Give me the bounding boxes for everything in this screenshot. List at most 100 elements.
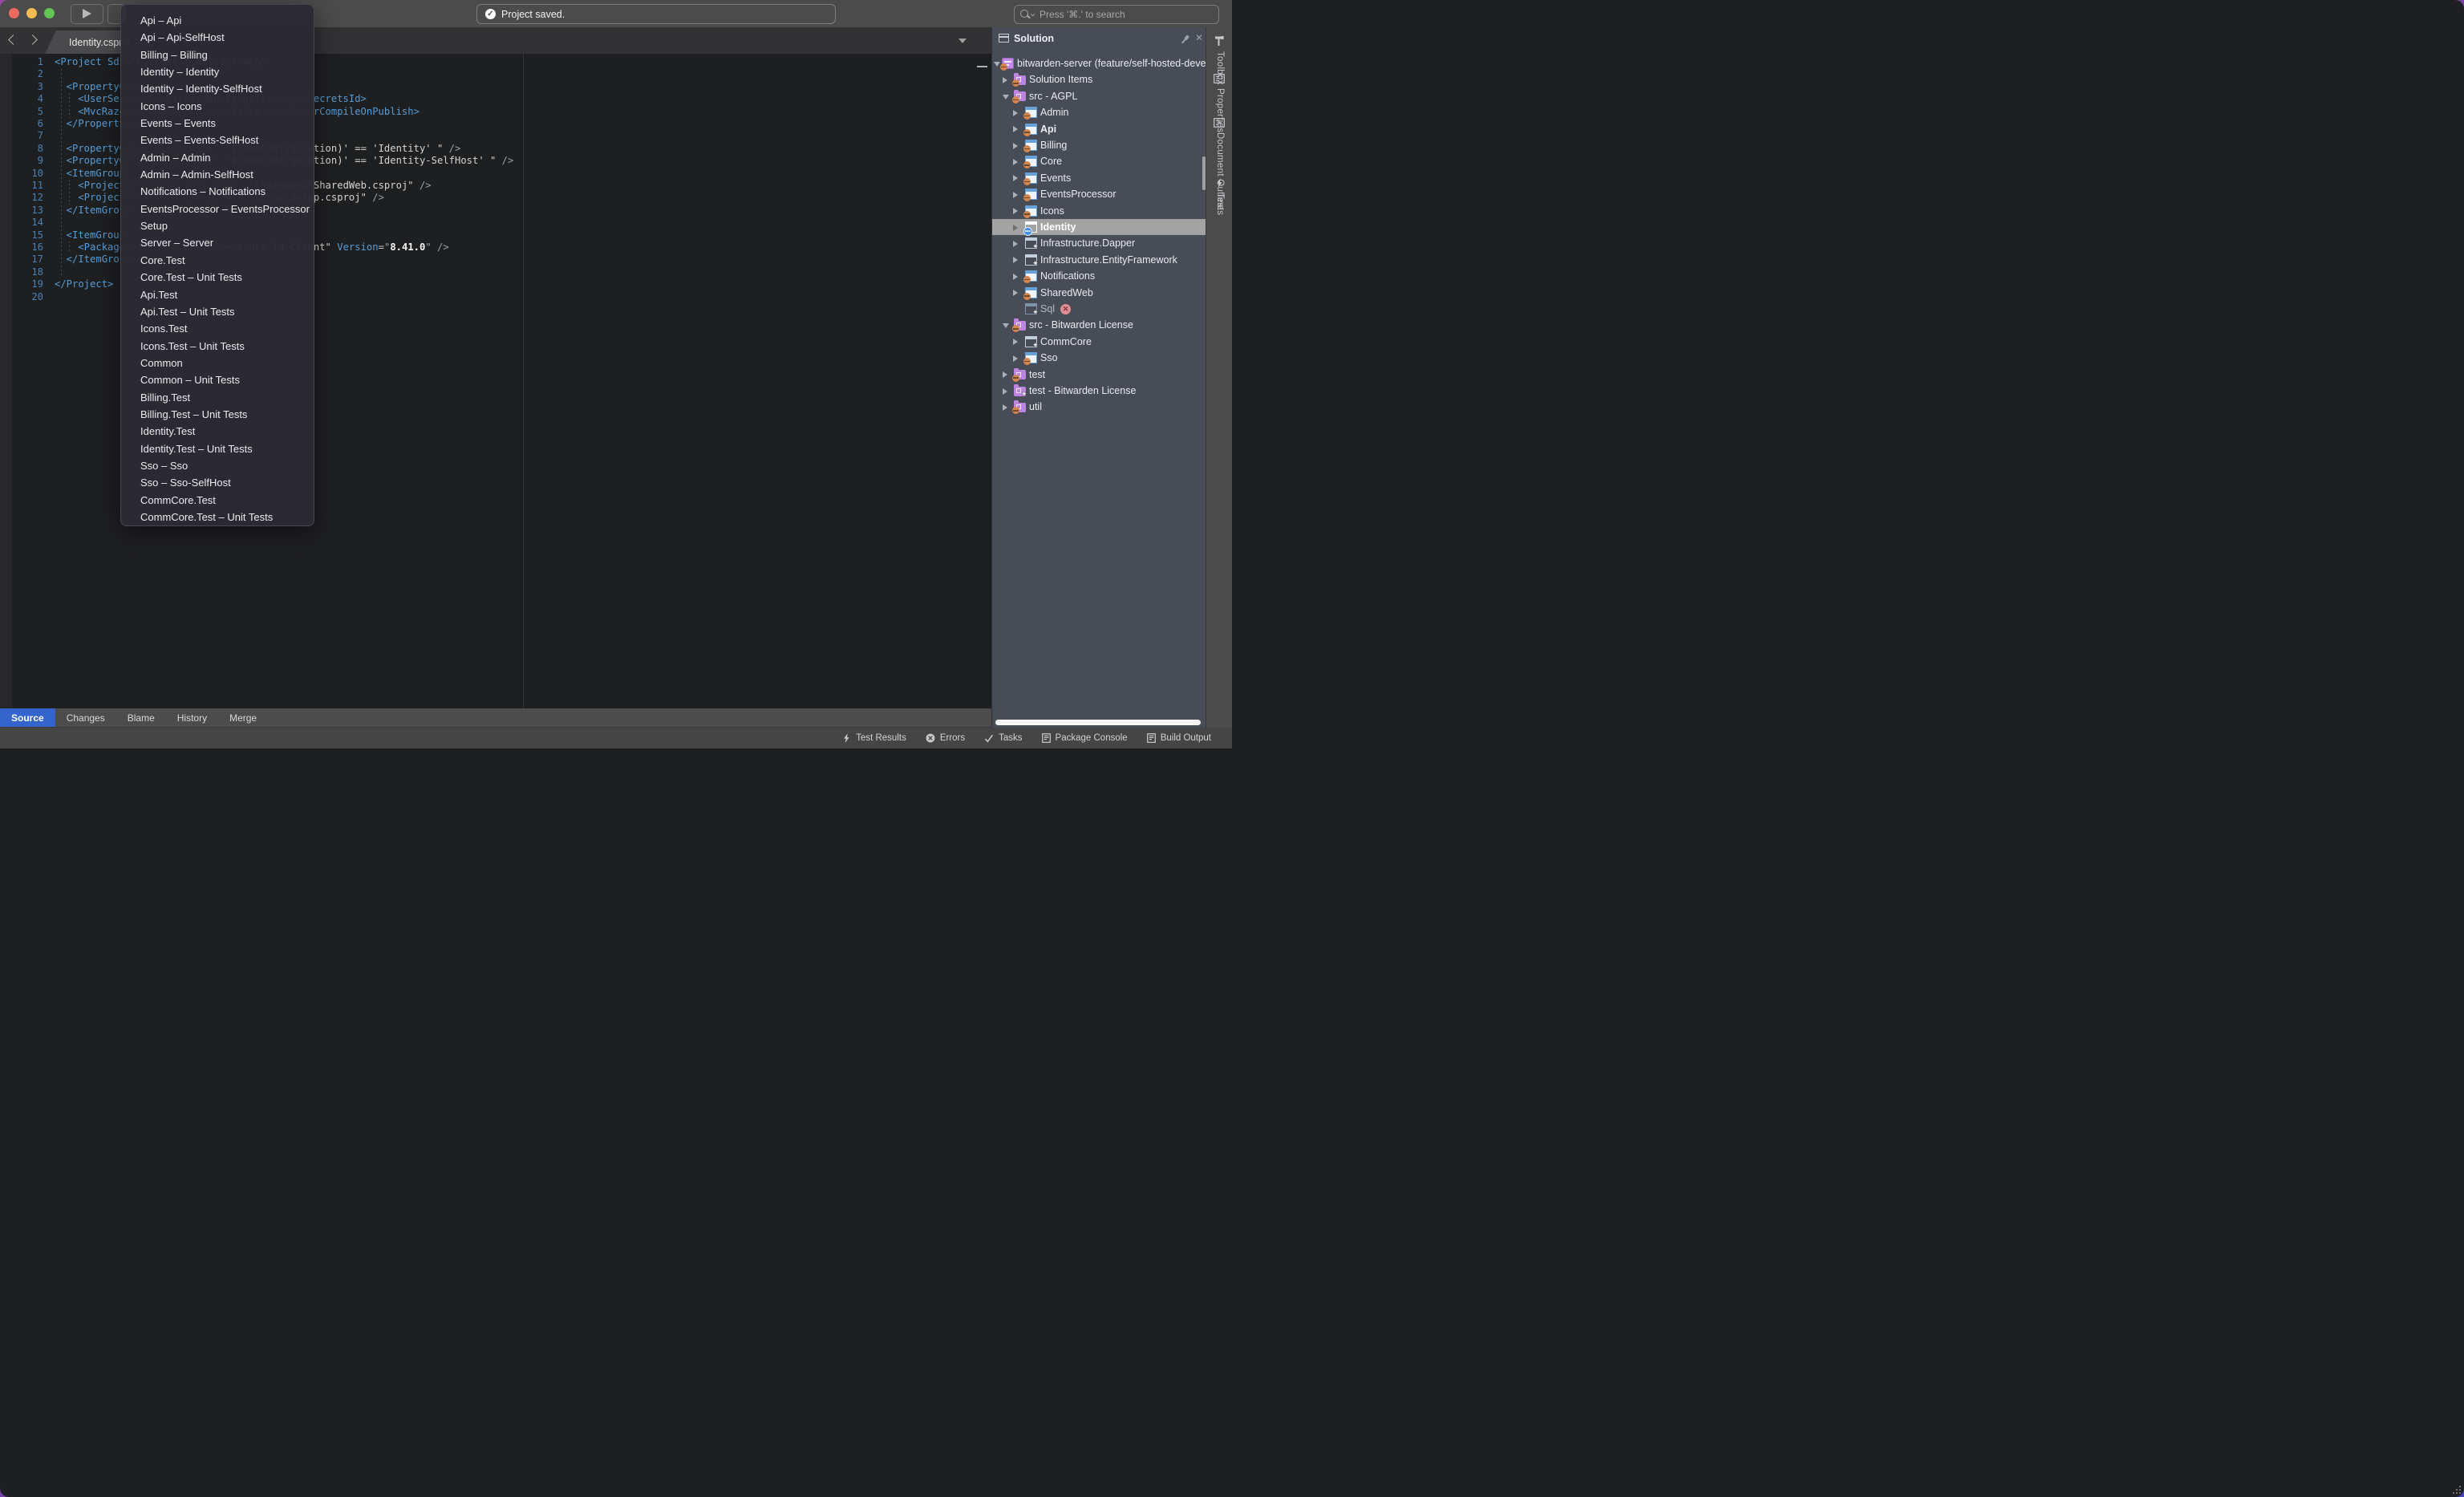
run-config-item-events-events-selfhost[interactable]: Events – Events-SelfHost bbox=[121, 132, 314, 148]
run-config-item-icons-test[interactable]: Icons.Test bbox=[121, 320, 314, 337]
chevron-right-icon[interactable] bbox=[1013, 159, 1018, 165]
tree-item-core[interactable]: Core bbox=[992, 153, 1206, 169]
build-output-pad[interactable]: Build Output bbox=[1147, 733, 1211, 743]
tree-item-infrastructure-dapper[interactable]: ✦Infrastructure.Dapper bbox=[992, 235, 1206, 251]
tree-item-sharedweb[interactable]: SharedWeb bbox=[992, 285, 1206, 301]
tree-item-sql[interactable]: ✦Sql✕ bbox=[992, 301, 1206, 317]
chevron-right-icon[interactable] bbox=[1013, 126, 1018, 132]
code-token: Version bbox=[337, 241, 378, 253]
search-input[interactable]: Press '⌘.' to search bbox=[1014, 5, 1219, 24]
chevron-right-icon[interactable] bbox=[1013, 175, 1018, 181]
tree-item-src-agpl[interactable]: src - AGPL bbox=[992, 88, 1206, 104]
package-console-pad[interactable]: Package Console bbox=[1042, 733, 1128, 743]
code-line[interactable]: </Project> bbox=[55, 278, 113, 290]
chevron-right-icon[interactable] bbox=[1003, 371, 1007, 378]
run-config-item-sso-sso[interactable]: Sso – Sso bbox=[121, 457, 314, 474]
tree-item-commcore[interactable]: ✦CommCore bbox=[992, 334, 1206, 350]
run-config-item-events-events[interactable]: Events – Events bbox=[121, 115, 314, 132]
run-config-item-api-test-unit-tests[interactable]: Api.Test – Unit Tests bbox=[121, 303, 314, 320]
horizontal-scrollbar[interactable] bbox=[995, 720, 1201, 725]
chevron-right-icon[interactable] bbox=[1013, 290, 1018, 296]
run-config-item-commcore-test[interactable]: CommCore.Test bbox=[121, 492, 314, 509]
run-config-item-eventsprocessor-eventsprocessor[interactable]: EventsProcessor – EventsProcessor bbox=[121, 201, 314, 217]
tree-item-identity[interactable]: Identity bbox=[992, 219, 1206, 235]
tree-item-util[interactable]: util bbox=[992, 399, 1206, 415]
close-button[interactable] bbox=[9, 8, 19, 18]
chevron-right-icon[interactable] bbox=[1013, 208, 1018, 214]
run-config-item-api-api-selfhost[interactable]: Api – Api-SelfHost bbox=[121, 29, 314, 46]
test-results-pad[interactable]: Test Results bbox=[842, 733, 906, 743]
chevron-down-icon[interactable] bbox=[1003, 323, 1009, 328]
close-icon[interactable]: ✕ bbox=[1195, 32, 1203, 43]
tree-item-admin[interactable]: Admin bbox=[992, 104, 1206, 120]
badge-blue-icon bbox=[1023, 227, 1032, 236]
tree-item-solution-items[interactable]: Solution Items bbox=[992, 71, 1206, 87]
zoom-button[interactable] bbox=[44, 8, 55, 18]
run-config-item-identity-test-unit-tests[interactable]: Identity.Test – Unit Tests bbox=[121, 440, 314, 457]
run-config-item-identity-test[interactable]: Identity.Test bbox=[121, 423, 314, 440]
run-config-item-icons-icons[interactable]: Icons – Icons bbox=[121, 98, 314, 115]
navigate-back-icon[interactable] bbox=[8, 34, 18, 45]
run-config-item-billing-test[interactable]: Billing.Test bbox=[121, 389, 314, 406]
tab-overflow-icon[interactable] bbox=[958, 39, 967, 43]
run-config-item-billing-test-unit-tests[interactable]: Billing.Test – Unit Tests bbox=[121, 406, 314, 423]
chevron-right-icon[interactable] bbox=[1013, 241, 1018, 247]
dock-tab-tests[interactable]: Tests bbox=[1206, 178, 1232, 215]
chevron-down-icon[interactable] bbox=[994, 62, 1000, 67]
tree-item-infrastructure-entityframework[interactable]: ✦Infrastructure.EntityFramework bbox=[992, 252, 1206, 268]
git-tab-merge[interactable]: Merge bbox=[218, 708, 268, 727]
tree-item-test[interactable]: test bbox=[992, 367, 1206, 383]
navigate-forward-icon[interactable] bbox=[27, 34, 38, 45]
run-config-item-commcore-test-unit-tests[interactable]: CommCore.Test – Unit Tests bbox=[121, 509, 314, 525]
scrollbar-marker[interactable] bbox=[977, 66, 987, 67]
run-config-item-common-unit-tests[interactable]: Common – Unit Tests bbox=[121, 371, 314, 388]
tree-item-bitwarden-server-feature-self-hosted-development[interactable]: bitwarden-server (feature/self-hosted-de… bbox=[992, 55, 1206, 71]
chevron-right-icon[interactable] bbox=[1003, 404, 1007, 411]
chevron-right-icon[interactable] bbox=[1013, 355, 1018, 362]
tasks-pad[interactable]: Tasks bbox=[984, 733, 1022, 743]
chevron-down-icon[interactable] bbox=[1003, 95, 1009, 99]
run-config-item-icons-test-unit-tests[interactable]: Icons.Test – Unit Tests bbox=[121, 338, 314, 355]
tree-item-icons[interactable]: Icons bbox=[992, 203, 1206, 219]
tree-item-api[interactable]: Api bbox=[992, 121, 1206, 137]
run-config-item-identity-identity[interactable]: Identity – Identity bbox=[121, 63, 314, 80]
pin-icon[interactable] bbox=[1177, 32, 1193, 48]
chevron-right-icon[interactable] bbox=[1013, 225, 1018, 231]
chevron-right-icon[interactable] bbox=[1013, 143, 1018, 149]
git-tab-source[interactable]: Source bbox=[0, 708, 55, 727]
run-config-item-api-api[interactable]: Api – Api bbox=[121, 12, 314, 29]
chevron-right-icon[interactable] bbox=[1013, 339, 1018, 345]
minimize-button[interactable] bbox=[26, 8, 37, 18]
run-config-item-setup[interactable]: Setup bbox=[121, 217, 314, 234]
git-tab-changes[interactable]: Changes bbox=[55, 708, 116, 727]
tree-item-sso[interactable]: Sso bbox=[992, 350, 1206, 366]
run-config-item-core-test[interactable]: Core.Test bbox=[121, 252, 314, 269]
chevron-right-icon[interactable] bbox=[1003, 388, 1007, 395]
run-config-item-admin-admin-selfhost[interactable]: Admin – Admin-SelfHost bbox=[121, 166, 314, 183]
git-tab-blame[interactable]: Blame bbox=[116, 708, 166, 727]
run-button[interactable] bbox=[71, 4, 103, 24]
errors-pad[interactable]: Errors bbox=[926, 733, 965, 743]
chevron-right-icon[interactable] bbox=[1013, 257, 1018, 263]
tree-item-events[interactable]: Events bbox=[992, 170, 1206, 186]
run-config-item-identity-identity-selfhost[interactable]: Identity – Identity-SelfHost bbox=[121, 80, 314, 97]
chevron-right-icon[interactable] bbox=[1013, 110, 1018, 116]
chevron-right-icon[interactable] bbox=[1003, 77, 1007, 83]
tree-item-eventsprocessor[interactable]: EventsProcessor bbox=[992, 186, 1206, 202]
resize-grip[interactable] bbox=[2453, 1486, 2461, 1494]
tree-item-billing[interactable]: Billing bbox=[992, 137, 1206, 153]
tree-item-test-bitwarden-license[interactable]: ✦test - Bitwarden License bbox=[992, 383, 1206, 399]
run-config-item-core-test-unit-tests[interactable]: Core.Test – Unit Tests bbox=[121, 269, 314, 286]
tree-item-notifications[interactable]: Notifications bbox=[992, 268, 1206, 284]
chevron-right-icon[interactable] bbox=[1013, 192, 1018, 198]
run-config-item-server-server[interactable]: Server – Server bbox=[121, 234, 314, 251]
run-config-item-notifications-notifications[interactable]: Notifications – Notifications bbox=[121, 183, 314, 200]
run-config-item-api-test[interactable]: Api.Test bbox=[121, 286, 314, 303]
run-config-item-admin-admin[interactable]: Admin – Admin bbox=[121, 149, 314, 166]
chevron-right-icon[interactable] bbox=[1013, 274, 1018, 280]
run-config-item-billing-billing[interactable]: Billing – Billing bbox=[121, 47, 314, 63]
tree-item-src-bitwarden-license[interactable]: src - Bitwarden License bbox=[992, 317, 1206, 333]
run-config-item-common[interactable]: Common bbox=[121, 355, 314, 371]
git-tab-history[interactable]: History bbox=[166, 708, 218, 727]
run-config-item-sso-sso-selfhost[interactable]: Sso – Sso-SelfHost bbox=[121, 474, 314, 491]
